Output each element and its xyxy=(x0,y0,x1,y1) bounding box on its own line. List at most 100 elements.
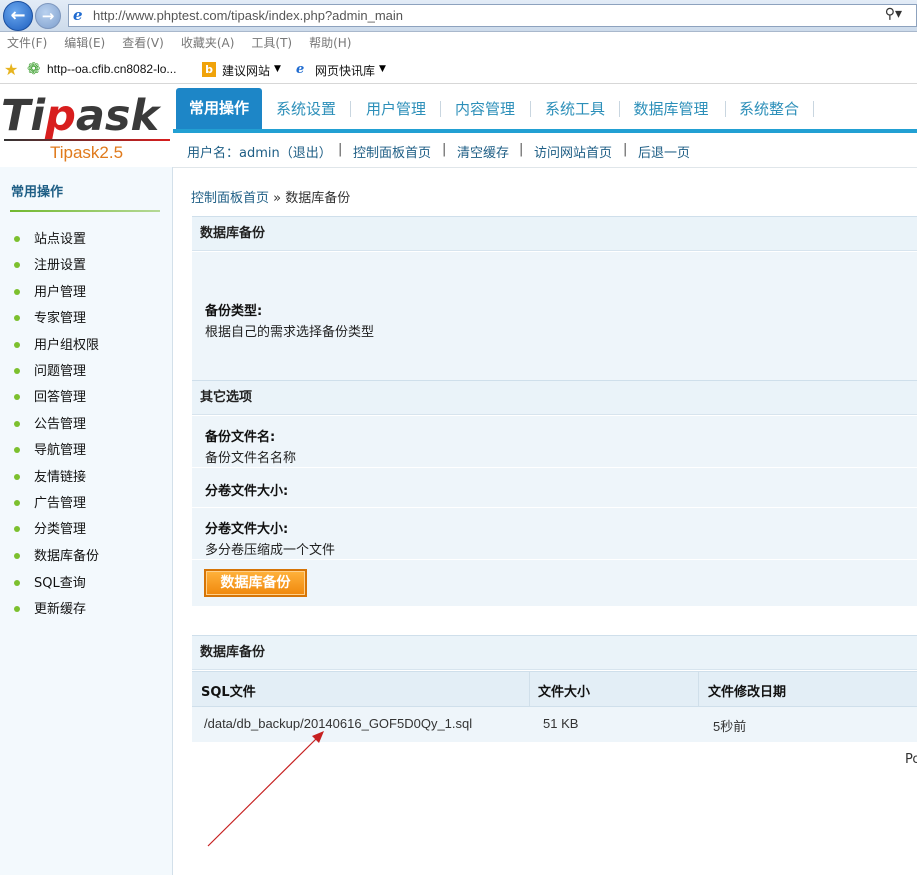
tab-system-tools[interactable]: 系统工具 xyxy=(536,89,614,129)
column-modified-date: 文件修改日期 xyxy=(708,685,787,700)
tab-divider xyxy=(619,101,620,117)
tab-divider xyxy=(530,101,531,117)
breadcrumb-home-link[interactable]: 控制面板首页 xyxy=(191,191,269,206)
sidebar-item-update-cache[interactable]: 更新缓存 xyxy=(14,598,86,617)
menu-view[interactable]: 查看(V) xyxy=(122,33,164,53)
sidebar-item-notice-management[interactable]: 公告管理 xyxy=(14,413,86,432)
sidebar: 常用操作 站点设置 注册设置 用户管理 专家管理 用户组权限 问题管理 回答管理… xyxy=(0,167,173,875)
bullet-icon xyxy=(14,367,20,374)
separator: | xyxy=(519,142,524,157)
section-other-options-header: 其它选项 xyxy=(192,380,917,415)
sidebar-item-usergroup-permissions[interactable]: 用户组权限 xyxy=(14,334,99,353)
bullet-icon xyxy=(14,341,20,348)
tab-database-management[interactable]: 数据库管理 xyxy=(624,89,718,129)
breadcrumb-separator: » xyxy=(273,191,282,206)
backup-file-link[interactable]: /data/db_backup/20140616_GOF5D0Qy_1.sql xyxy=(204,716,472,731)
sidebar-item-friend-links[interactable]: 友情链接 xyxy=(14,466,86,485)
backup-type-description: 根据自己的需求选择备份类型 xyxy=(205,325,375,340)
section-database-backup-header: 数据库备份 xyxy=(192,216,917,251)
menu-help[interactable]: 帮助(H) xyxy=(309,33,351,53)
sidebar-item-site-settings[interactable]: 站点设置 xyxy=(14,228,86,247)
version-label: Tipask2.5 xyxy=(49,143,124,162)
row-divider xyxy=(192,467,917,468)
sidebar-item-nav-management[interactable]: 导航管理 xyxy=(14,439,86,458)
bullet-icon xyxy=(14,420,20,427)
backup-table-header: SQL文件 文件大小 文件修改日期 xyxy=(192,671,917,707)
link-go-back[interactable]: 后退一页 xyxy=(638,142,690,161)
bullet-icon xyxy=(14,499,20,506)
bullet-icon xyxy=(14,552,20,559)
tab-system-integration[interactable]: 系统整合 xyxy=(730,89,808,129)
sidebar-item-answer-management[interactable]: 回答管理 xyxy=(14,386,86,405)
separator: | xyxy=(442,142,447,157)
address-bar[interactable]: e http://www.phptest.com/tipask/index.ph… xyxy=(68,4,917,27)
sidebar-item-ad-management[interactable]: 广告管理 xyxy=(14,492,86,511)
chevron-down-icon[interactable]: ▼ xyxy=(379,64,386,74)
breadcrumb-current: 数据库备份 xyxy=(285,191,351,206)
chevron-down-icon[interactable]: ▼ xyxy=(274,64,281,74)
favorite-link-oa[interactable]: http--oa.cfib.cn8082-lo... xyxy=(47,62,176,76)
sidebar-item-sql-query[interactable]: SQL查询 xyxy=(14,572,86,591)
logo-underline xyxy=(4,139,170,141)
tab-divider xyxy=(725,101,726,117)
separator: | xyxy=(623,142,628,157)
username-logout-link[interactable]: 用户名：admin（退出） xyxy=(187,142,332,161)
browser-toolbar: ← → e http://www.phptest.com/tipask/inde… xyxy=(0,0,917,32)
backup-type-panel xyxy=(192,252,917,380)
backup-file-date: 5秒前 xyxy=(713,719,747,734)
sidebar-item-register-settings[interactable]: 注册设置 xyxy=(14,254,86,273)
favorite-link-suggested[interactable]: 建议网站 xyxy=(222,62,270,79)
backup-filename-description: 备份文件名名称 xyxy=(205,451,297,466)
menu-favorites[interactable]: 收藏夹(A) xyxy=(181,33,235,53)
sidebar-title: 常用操作 xyxy=(11,185,64,200)
database-backup-button[interactable]: 数据库备份 xyxy=(204,569,307,597)
bullet-icon xyxy=(14,393,20,400)
bullet-icon xyxy=(14,235,20,242)
menu-edit[interactable]: 编辑(E) xyxy=(64,33,105,53)
backup-list-header: 数据库备份 xyxy=(192,635,917,670)
link-clear-cache[interactable]: 清空缓存 xyxy=(457,142,509,161)
favorite-link-webslice[interactable]: 网页快讯库 xyxy=(315,62,375,79)
forward-button[interactable]: → xyxy=(35,3,61,29)
sidebar-item-expert-management[interactable]: 专家管理 xyxy=(14,307,86,326)
backup-filename-label: 备份文件名: xyxy=(205,430,276,445)
tab-system-settings[interactable]: 系统设置 xyxy=(267,89,345,129)
bullet-icon xyxy=(14,446,20,453)
sidebar-title-underline xyxy=(10,210,160,212)
bing-icon: b xyxy=(202,62,216,77)
backup-file-size: 51 KB xyxy=(543,716,579,731)
sidebar-item-database-backup[interactable]: 数据库备份 xyxy=(14,545,99,564)
row-divider xyxy=(192,507,917,508)
tab-divider xyxy=(440,101,441,117)
favorite-site-icon: ❁ xyxy=(27,59,41,78)
tab-content-management[interactable]: 内容管理 xyxy=(446,89,524,129)
bullet-icon xyxy=(14,314,20,321)
tipask-logo[interactable]: Tipask xyxy=(1,91,159,141)
tab-user-management[interactable]: 用户管理 xyxy=(357,89,435,129)
top-navigation: 常用操作 系统设置 用户管理 内容管理 系统工具 数据库管理 系统整合 xyxy=(173,85,917,133)
sidebar-item-category-management[interactable]: 分类管理 xyxy=(14,518,86,537)
column-file-size: 文件大小 xyxy=(538,685,591,700)
address-url[interactable]: http://www.phptest.com/tipask/index.php?… xyxy=(93,8,403,23)
tab-divider xyxy=(813,101,814,117)
browser-menu-bar: 文件(F) 编辑(E) 查看(V) 收藏夹(A) 工具(T) 帮助(H) xyxy=(0,33,917,55)
back-button[interactable]: ← xyxy=(3,1,33,31)
sidebar-item-user-management[interactable]: 用户管理 xyxy=(14,281,86,300)
bullet-icon xyxy=(14,525,20,532)
favorites-star-icon[interactable]: ★ xyxy=(4,60,18,79)
link-control-panel-home[interactable]: 控制面板首页 xyxy=(353,142,431,161)
volume-size-description: 多分卷压缩成一个文件 xyxy=(205,543,336,558)
menu-file[interactable]: 文件(F) xyxy=(7,33,47,53)
link-visit-site[interactable]: 访问网站首页 xyxy=(534,142,612,161)
menu-tools[interactable]: 工具(T) xyxy=(251,33,292,53)
search-icon[interactable]: ⚲▾ xyxy=(885,6,902,22)
logo-area: Tipask Tipask2.5 xyxy=(0,85,173,167)
user-bar: 用户名：admin（退出） | 控制面板首页 | 清空缓存 | 访问网站首页 |… xyxy=(173,133,917,168)
separator: | xyxy=(338,142,343,157)
bullet-icon xyxy=(14,605,20,612)
bullet-icon xyxy=(14,288,20,295)
column-sql-file: SQL文件 xyxy=(201,685,256,700)
sidebar-item-question-management[interactable]: 问题管理 xyxy=(14,360,86,379)
tab-common[interactable]: 常用操作 xyxy=(176,88,262,129)
tab-divider xyxy=(350,101,351,117)
